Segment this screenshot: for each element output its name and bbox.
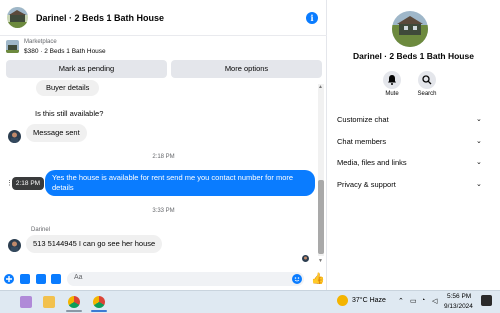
image-icon[interactable]	[20, 274, 30, 284]
listing-thumbnail[interactable]	[6, 40, 19, 53]
tray-chevron-icon[interactable]: ⌃	[398, 297, 404, 305]
message-text[interactable]: Is this still available?	[28, 106, 110, 122]
conversation-title: Darinel · 2 Beds 1 Bath House	[353, 51, 474, 61]
message-input[interactable]	[67, 272, 304, 286]
volume-icon[interactable]: ◁	[432, 297, 437, 305]
message-bubble-outgoing[interactable]: Yes the house is available for rent send…	[45, 170, 315, 196]
info-icon[interactable]: i	[306, 12, 318, 24]
customize-chat-item[interactable]: Customize chat	[337, 115, 487, 124]
media-files-links-item[interactable]: Media, files and links	[337, 158, 487, 167]
weather-sun-icon[interactable]	[337, 295, 348, 306]
chat-title[interactable]: Darinel · 2 Beds 1 Bath House	[36, 13, 164, 23]
message-bubble[interactable]: Message sent	[26, 124, 87, 142]
active-app-indicator	[91, 310, 107, 312]
scrollbar-thumb[interactable]	[318, 180, 324, 254]
chevron-down-icon[interactable]: ⌄	[476, 180, 482, 188]
sticker-icon[interactable]	[36, 274, 46, 284]
chat-header: Darinel · 2 Beds 1 Bath House	[0, 0, 327, 36]
chevron-down-icon[interactable]: ⌄	[476, 158, 482, 166]
search-icon[interactable]	[418, 71, 436, 89]
message-input-placeholder: Aa	[74, 274, 83, 281]
mute-label: Mute	[385, 91, 399, 97]
clock-date[interactable]: 9/13/2024	[444, 303, 473, 310]
chat-members-item[interactable]: Chat members	[337, 137, 487, 146]
message-bubble[interactable]: 513 5144945 I can go see her house	[26, 235, 163, 253]
gif-icon[interactable]	[51, 274, 61, 284]
message-bubble[interactable]: Buyer details	[36, 80, 100, 96]
clock-time[interactable]: 5:56 PM	[447, 293, 471, 300]
bell-icon[interactable]	[383, 71, 401, 89]
contact-avatar[interactable]	[8, 239, 21, 252]
seen-indicator	[302, 255, 309, 262]
scroll-up-icon[interactable]: ▲	[318, 84, 323, 90]
mark-pending-button[interactable]: Mark as pending	[6, 60, 167, 78]
message-timestamp: 3:33 PM	[152, 208, 175, 214]
file-explorer-icon[interactable]	[43, 296, 55, 308]
chrome-icon[interactable]	[93, 296, 105, 308]
privacy-support-item[interactable]: Privacy & support	[337, 180, 487, 189]
more-options-button[interactable]: More options	[171, 60, 322, 78]
timestamp-tooltip: 2:18 PM	[12, 177, 44, 190]
notification-icon[interactable]	[481, 295, 492, 306]
search-label: Search	[417, 91, 437, 97]
wifi-icon[interactable]: ◔	[421, 297, 425, 304]
scroll-down-icon[interactable]: ▼	[318, 258, 323, 264]
marketplace-label: Marketplace	[24, 39, 57, 45]
plus-icon[interactable]	[4, 274, 14, 284]
emoji-icon[interactable]	[292, 274, 302, 284]
conversation-avatar[interactable]	[392, 11, 428, 47]
weather-text[interactable]: 37°C Haze	[352, 297, 386, 304]
chevron-down-icon[interactable]: ⌄	[476, 115, 482, 123]
house-avatar[interactable]	[7, 7, 28, 28]
message-timestamp: 2:18 PM	[152, 154, 175, 160]
sender-name: Darinel	[31, 227, 51, 233]
listing-title[interactable]: $380 · 2 Beds 1 Bath House	[24, 48, 106, 55]
contact-avatar[interactable]	[8, 130, 21, 143]
chevron-down-icon[interactable]: ⌄	[476, 137, 482, 145]
chrome-icon[interactable]	[68, 296, 80, 308]
pen-app-icon[interactable]	[20, 296, 32, 308]
battery-icon[interactable]: ▭	[410, 297, 417, 305]
thumbs-up-icon[interactable]: 👍	[311, 272, 325, 285]
active-app-indicator	[66, 310, 82, 312]
